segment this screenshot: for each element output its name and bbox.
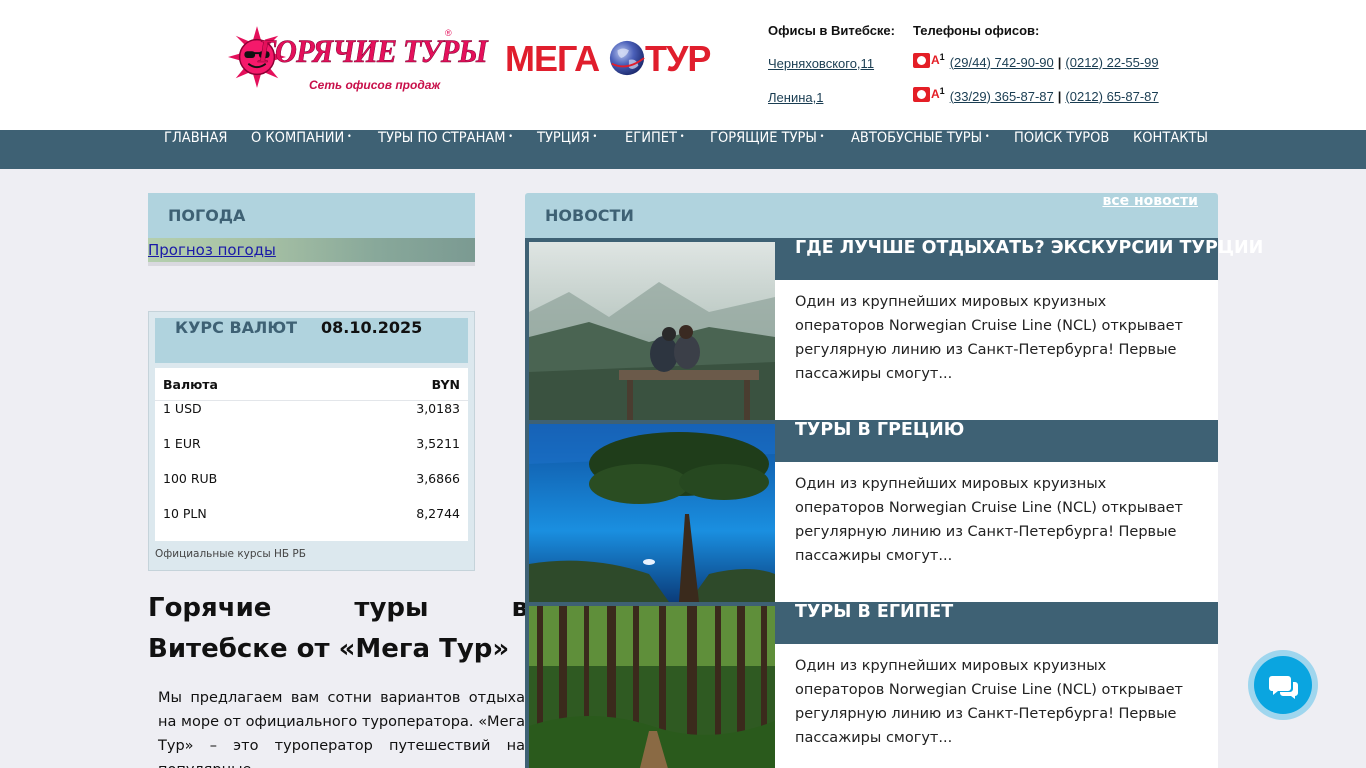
logo2-part1: МЕГА xyxy=(505,38,600,79)
dropdown-dot-icon: • xyxy=(508,132,514,142)
logo-title: ГОРЯЧИЕ ТУРЫ xyxy=(258,34,488,71)
news-header: НОВОСТИ все новости xyxy=(525,193,1218,238)
news-image-mountain-couple[interactable] xyxy=(529,242,775,420)
news-item[interactable]: ТУРЫ В ЕГИПЕТ Один из крупнейших мировых… xyxy=(525,602,1218,768)
phone-separator: | xyxy=(1057,88,1062,104)
phone-city-link[interactable]: (0212) 22-55-99 xyxy=(1065,55,1158,70)
currency-widget: КУРС ВАЛЮТ 08.10.2025 Валюта BYN 1 USD 3… xyxy=(148,311,475,571)
currency-rate: 3,0183 xyxy=(416,401,460,416)
a1-operator-icon: A1 xyxy=(913,87,945,105)
currency-name: 10 PLN xyxy=(163,506,207,521)
nav-item-home[interactable]: ГЛАВНАЯ xyxy=(164,130,227,169)
weather-forecast-link[interactable]: Прогноз погоды xyxy=(148,241,276,259)
col-currency: Валюта xyxy=(163,377,218,392)
phone-row: A1 (29/44) 742-90-90 | (0212) 22-55-99 xyxy=(913,53,1159,71)
currency-name: 100 RUB xyxy=(163,471,218,486)
chat-button[interactable] xyxy=(1248,650,1318,720)
nav-item-bus-tours[interactable]: АВТОБУСНЫЕ ТУРЫ • xyxy=(851,130,990,169)
office-link-lenina[interactable]: Ленина,1 xyxy=(768,90,823,105)
nav-item-tour-search[interactable]: ПОИСК ТУРОВ xyxy=(1014,130,1109,169)
currency-header: КУРС ВАЛЮТ 08.10.2025 xyxy=(155,318,468,363)
main-nav: ГЛАВНАЯ О КОМПАНИИ • ТУРЫ ПО СТРАНАМ • ТУР… xyxy=(0,130,1366,169)
phones-label: Телефоны офисов: xyxy=(913,23,1040,38)
nav-item-about[interactable]: О КОМПАНИИ • xyxy=(251,130,352,169)
news-image-sea-tree[interactable] xyxy=(529,424,775,602)
news-item-text: Один из крупнейших мировых круизных опер… xyxy=(775,280,1218,420)
phone-mobile-link[interactable]: (29/44) 742-90-90 xyxy=(950,55,1054,70)
weather-widget: Прогноз погоды xyxy=(148,238,475,266)
page-title: Горячие туры в Витебске от «Мега Тур» xyxy=(148,593,528,664)
dropdown-dot-icon: • xyxy=(679,132,685,142)
intro-paragraph: Мы предлагаем вам сотни вариантов отдыха… xyxy=(158,690,525,768)
dropdown-dot-icon: • xyxy=(347,132,352,142)
site-header: ГОРЯЧИЕ ТУРЫ ® Сеть офисов продаж МЕГА Т… xyxy=(0,0,1366,130)
table-row: 1 EUR 3,5211 xyxy=(155,436,468,471)
currency-table-header: Валюта BYN xyxy=(155,368,468,401)
currency-table: Валюта BYN 1 USD 3,0183 1 EUR 3,5211 100… xyxy=(155,368,468,541)
news-item-title[interactable]: ТУРЫ В ГРЕЦИЮ xyxy=(775,420,1218,462)
nav-item-hot-tours[interactable]: ГОРЯЩИЕ ТУРЫ • xyxy=(710,130,824,169)
currency-rate: 3,5211 xyxy=(416,436,460,451)
nav-item-egypt[interactable]: ЕГИПЕТ • xyxy=(625,130,684,169)
all-news-link[interactable]: все новости xyxy=(1102,193,1198,209)
phone-separator: | xyxy=(1057,54,1062,70)
currency-rate: 8,2744 xyxy=(416,506,460,521)
currency-date: 08.10.2025 xyxy=(321,318,423,337)
news-item-title[interactable]: ТУРЫ В ЕГИПЕТ xyxy=(775,602,1218,644)
offices-label: Офисы в Витебске: xyxy=(768,23,895,38)
office-link-chernyakhovskogo[interactable]: Черняховского,11 xyxy=(768,56,874,71)
logo-subtitle: Сеть офисов продаж xyxy=(309,78,441,92)
dropdown-dot-icon: • xyxy=(984,132,990,142)
globe-icon xyxy=(609,40,645,76)
currency-note: Официальные курсы НБ РБ xyxy=(155,548,306,560)
news-item[interactable]: ГДЕ ЛУЧШЕ ОТДЫХАТЬ? ЭКСКУРСИИ ТУРЦИИ Оди… xyxy=(525,238,1263,420)
table-row: 1 USD 3,0183 xyxy=(155,401,468,436)
mega-tur-logo[interactable]: МЕГА ТУР xyxy=(505,38,727,80)
dropdown-dot-icon: • xyxy=(819,132,825,142)
nav-item-contacts[interactable]: КОНТАКТЫ xyxy=(1133,130,1208,169)
phone-city-link[interactable]: (0212) 65-87-87 xyxy=(1065,89,1158,104)
news-item-text: Один из крупнейших мировых круизных опер… xyxy=(775,644,1218,768)
phone-row: A1 (33/29) 365-87-87 | (0212) 65-87-87 xyxy=(913,87,1159,105)
news-list: ГДЕ ЛУЧШЕ ОТДЫХАТЬ? ЭКСКУРСИИ ТУРЦИИ Оди… xyxy=(525,238,1263,768)
table-row: 100 RUB 3,6866 xyxy=(155,471,468,506)
nav-item-tours-by-country[interactable]: ТУРЫ ПО СТРАНАМ • xyxy=(378,130,513,169)
table-row: 10 PLN 8,2744 xyxy=(155,506,468,541)
phone-mobile-link[interactable]: (33/29) 365-87-87 xyxy=(950,89,1054,104)
chat-bubbles-icon xyxy=(1269,676,1298,699)
nav-item-turkey[interactable]: ТУРЦИЯ • xyxy=(537,130,597,169)
goryachie-tury-logo[interactable]: ГОРЯЧИЕ ТУРЫ ® Сеть офисов продаж xyxy=(228,26,488,96)
currency-name: 1 EUR xyxy=(163,436,201,451)
currency-title: КУРС ВАЛЮТ xyxy=(175,318,298,337)
currency-rate: 3,6866 xyxy=(416,471,460,486)
dropdown-dot-icon: • xyxy=(592,132,598,142)
news-title: НОВОСТИ xyxy=(545,206,634,225)
col-byn: BYN xyxy=(431,377,460,392)
news-image-forest[interactable] xyxy=(529,606,775,768)
logo-registered-mark: ® xyxy=(445,28,452,38)
a1-operator-icon: A1 xyxy=(913,53,945,71)
logo2-part2: ТУР xyxy=(645,38,711,79)
news-item[interactable]: ТУРЫ В ГРЕЦИЮ Один из крупнейших мировых… xyxy=(525,420,1218,602)
news-item-title[interactable]: ГДЕ ЛУЧШЕ ОТДЫХАТЬ? ЭКСКУРСИИ ТУРЦИИ xyxy=(775,238,1263,280)
weather-header: ПОГОДА xyxy=(148,193,475,238)
currency-name: 1 USD xyxy=(163,401,202,416)
news-item-text: Один из крупнейших мировых круизных опер… xyxy=(775,462,1218,602)
